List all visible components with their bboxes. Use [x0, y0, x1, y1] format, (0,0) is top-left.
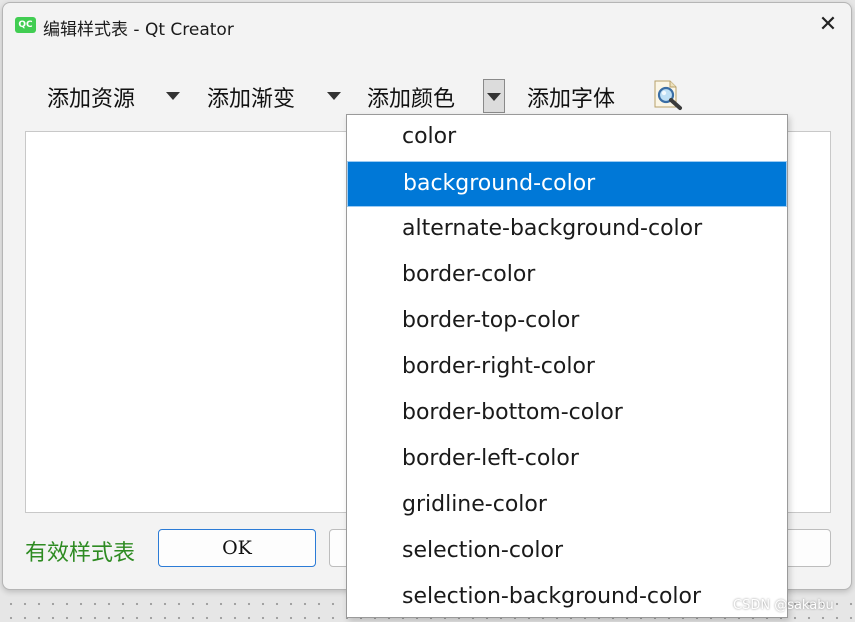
menu-item-border-bottom-color[interactable]: border-bottom-color	[347, 391, 787, 437]
add-font-button[interactable]: 添加字体	[527, 81, 615, 113]
chevron-down-icon[interactable]	[327, 92, 341, 100]
watermark-text: CSDN @sakabu	[733, 598, 834, 613]
chevron-down-icon	[487, 93, 501, 101]
chevron-down-icon[interactable]	[166, 92, 180, 100]
menu-item-border-color[interactable]: border-color	[347, 253, 787, 299]
window-title: 编辑样式表 - Qt Creator	[43, 20, 234, 40]
menu-item-selection-background-color[interactable]: selection-background-color	[347, 575, 787, 621]
add-color-dropdown-menu: color background-color alternate-backgro…	[346, 114, 788, 618]
add-color-button[interactable]: 添加颜色	[367, 81, 455, 113]
add-resource-button[interactable]: 添加资源	[47, 81, 135, 113]
menu-item-color[interactable]: color	[347, 115, 787, 161]
title-bar: QC 编辑样式表 - Qt Creator ✕	[3, 3, 851, 47]
valid-stylesheet-label: 有效样式表	[25, 541, 136, 566]
menu-item-background-color[interactable]: background-color	[347, 161, 787, 207]
add-color-menu-button[interactable]	[483, 79, 505, 113]
add-gradient-button[interactable]: 添加渐变	[207, 81, 295, 113]
ok-button[interactable]: OK	[158, 529, 316, 567]
menu-item-alternate-background-color[interactable]: alternate-background-color	[347, 207, 787, 253]
menu-item-gridline-color[interactable]: gridline-color	[347, 483, 787, 529]
menu-item-border-top-color[interactable]: border-top-color	[347, 299, 787, 345]
close-button[interactable]: ✕	[813, 11, 843, 39]
menu-item-border-right-color[interactable]: border-right-color	[347, 345, 787, 391]
menu-item-border-left-color[interactable]: border-left-color	[347, 437, 787, 483]
menu-item-selection-color[interactable]: selection-color	[347, 529, 787, 575]
qt-creator-app-icon: QC	[15, 17, 36, 33]
magnifier-icon[interactable]	[651, 78, 687, 112]
